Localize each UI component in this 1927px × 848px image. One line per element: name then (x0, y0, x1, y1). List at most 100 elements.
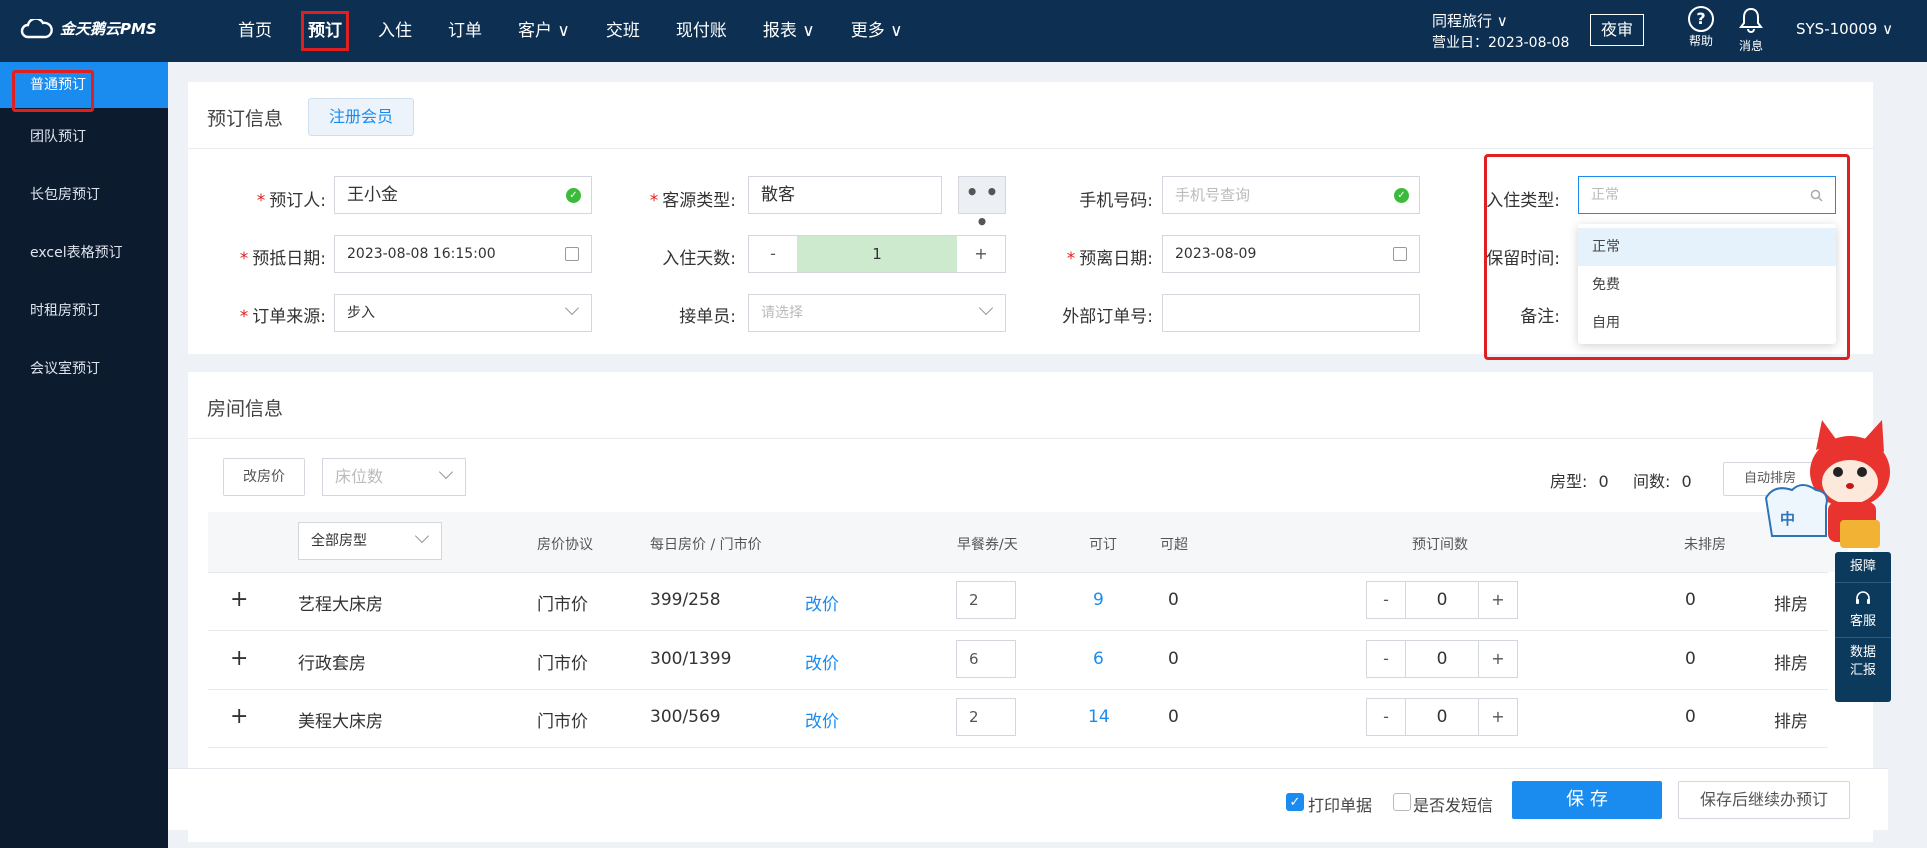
print-receipt-checkbox[interactable]: ✓ (1286, 793, 1304, 811)
help-button[interactable]: ? 帮助 (1679, 6, 1723, 49)
business-date: 营业日：2023-08-08 (1432, 35, 1570, 51)
room-price: 300/569 (650, 707, 721, 727)
over-count: 0 (1168, 590, 1179, 610)
nights-decrement-button[interactable]: - (749, 236, 797, 272)
hotel-name[interactable]: 同程旅行 ∨ (1432, 10, 1569, 32)
decrement-button[interactable]: - (1367, 699, 1405, 735)
nav-more[interactable]: 更多 ∨ (833, 0, 921, 62)
breakfast-input[interactable]: 2 (956, 698, 1016, 736)
room-count-total: 间数: 0 (1633, 472, 1692, 491)
nights-value[interactable]: 1 (797, 236, 957, 272)
all-room-types-select[interactable]: 全部房型 (298, 522, 442, 560)
booked-rooms-value[interactable]: 0 (1405, 641, 1479, 677)
divider (208, 747, 1828, 748)
nav-checkin[interactable]: 入住 (360, 0, 430, 62)
save-button[interactable]: 保 存 (1512, 781, 1662, 819)
edit-price-link[interactable]: 改价 (805, 707, 839, 732)
app-logo-text: 金天鹅云PMS (60, 20, 157, 38)
breakfast-input[interactable]: 2 (956, 581, 1016, 619)
app-logo[interactable]: 金天鹅云PMS (20, 18, 157, 39)
room-agreement: 门市价 (537, 712, 588, 732)
expand-row-button[interactable]: + (230, 648, 248, 670)
expand-row-button[interactable]: + (230, 706, 248, 728)
source-type-input[interactable]: 散客 (748, 176, 942, 214)
headset-icon (1856, 591, 1870, 604)
chevron-down-icon (438, 464, 454, 480)
sidebar-item-long-stay-booking[interactable]: 长包房预订 (0, 166, 168, 224)
nights-stepper: - 1 + (748, 235, 1006, 273)
unassigned-count: 0 (1685, 707, 1696, 727)
chevron-down-icon (414, 528, 430, 544)
send-sms-label[interactable]: 是否发短信 (1413, 792, 1493, 816)
user-menu[interactable]: SYS-10009 ∨ (1796, 20, 1893, 38)
expand-row-button[interactable]: + (230, 589, 248, 611)
nav-cash-account[interactable]: 现付账 (658, 0, 745, 62)
available-count-link[interactable]: 14 (1088, 707, 1110, 727)
save-and-continue-button[interactable]: 保存后继续办预订 (1678, 781, 1850, 819)
header-breakfast: 早餐券/天 (957, 537, 1018, 553)
print-receipt-label[interactable]: 打印单据 (1308, 792, 1372, 816)
edit-price-link[interactable]: 改价 (805, 649, 839, 674)
mascot-badge: 中 (1780, 510, 1796, 528)
breakfast-input[interactable]: 6 (956, 640, 1016, 678)
phone-search-input[interactable]: 手机号查询 ✓ (1162, 176, 1420, 214)
footer-actions: ✓ 打印单据 是否发短信 保 存 保存后继续办预订 (168, 768, 1888, 830)
assign-room-button[interactable]: 排房 (1774, 649, 1808, 674)
assign-room-button[interactable]: 排房 (1774, 707, 1808, 732)
header-unassigned: 未排房 (1684, 537, 1726, 553)
header-booked-rooms: 预订间数 (1412, 537, 1468, 553)
send-sms-checkbox[interactable] (1393, 793, 1411, 811)
nav-reports[interactable]: 报表 ∨ (745, 0, 833, 62)
external-order-label: 外部订单号: (1062, 307, 1153, 327)
booked-rooms-value[interactable]: 0 (1405, 582, 1479, 618)
fox-mascot-icon[interactable] (1758, 420, 1908, 560)
register-member-button[interactable]: 注册会员 (308, 98, 414, 136)
room-info-title: 房间信息 (207, 398, 284, 420)
departure-date-input[interactable]: 2023-08-09 (1162, 235, 1420, 273)
assign-room-button[interactable]: 排房 (1774, 590, 1808, 615)
sidebar: 普通预订 团队预订 长包房预订 excel表格预订 时租房预订 会议室预订 (0, 62, 168, 848)
hotel-info[interactable]: 同程旅行 ∨ 营业日：2023-08-08 (1432, 10, 1569, 54)
receiver-select[interactable]: 请选择 (748, 294, 1006, 332)
report-issue-button[interactable]: 报障 (1835, 552, 1891, 583)
message-label: 消息 (1738, 39, 1763, 53)
main-nav: 首页 预订 入住 订单 客户 ∨ 交班 现付账 报表 ∨ 更多 ∨ (220, 0, 921, 62)
data-report-label-1: 数据 (1849, 645, 1876, 660)
over-count: 0 (1168, 707, 1179, 727)
booked-rooms-value[interactable]: 0 (1405, 699, 1479, 735)
nav-shift[interactable]: 交班 (588, 0, 658, 62)
sidebar-item-hourly-booking[interactable]: 时租房预订 (0, 282, 168, 340)
increment-button[interactable]: + (1479, 641, 1517, 677)
header-daily-price: 每日房价 / 门市价 (650, 537, 762, 553)
unassigned-count: 0 (1685, 590, 1696, 610)
decrement-button[interactable]: - (1367, 641, 1405, 677)
data-report-button[interactable]: 数据 汇报 (1835, 638, 1891, 680)
nav-orders[interactable]: 订单 (430, 0, 500, 62)
bed-count-select[interactable]: 床位数 (322, 458, 466, 496)
available-count-link[interactable]: 6 (1093, 649, 1104, 669)
room-agreement: 门市价 (537, 595, 588, 615)
arrival-date-label: * 预抵日期: (239, 249, 326, 269)
divider (208, 572, 1828, 573)
increment-button[interactable]: + (1479, 699, 1517, 735)
edit-price-link[interactable]: 改价 (805, 590, 839, 615)
sidebar-item-excel-booking[interactable]: excel表格预订 (0, 224, 168, 282)
header-available: 可订 (1089, 537, 1117, 553)
change-room-price-button[interactable]: 改房价 (223, 458, 305, 496)
header-agreement: 房价协议 (537, 537, 593, 553)
available-count-link[interactable]: 9 (1093, 590, 1104, 610)
message-button[interactable]: 消息 (1729, 6, 1773, 54)
nav-customers[interactable]: 客户 ∨ (500, 0, 588, 62)
external-order-input[interactable] (1162, 294, 1420, 332)
increment-button[interactable]: + (1479, 582, 1517, 618)
nav-home[interactable]: 首页 (220, 0, 290, 62)
divider (188, 438, 1873, 439)
sidebar-item-group-booking[interactable]: 团队预订 (0, 108, 168, 166)
sidebar-item-meeting-room-booking[interactable]: 会议室预订 (0, 340, 168, 398)
unassigned-count: 0 (1685, 649, 1696, 669)
nav-booking[interactable]: 预订 (290, 0, 360, 62)
decrement-button[interactable]: - (1367, 582, 1405, 618)
main-content: 预订信息 注册会员 * 预订人: 王小金 ✓ * 客源类型: 散客 • • • 手机号… (168, 62, 1927, 848)
night-audit-button[interactable]: 夜审 (1590, 14, 1644, 46)
customer-service-button[interactable]: 客服 (1835, 583, 1891, 638)
